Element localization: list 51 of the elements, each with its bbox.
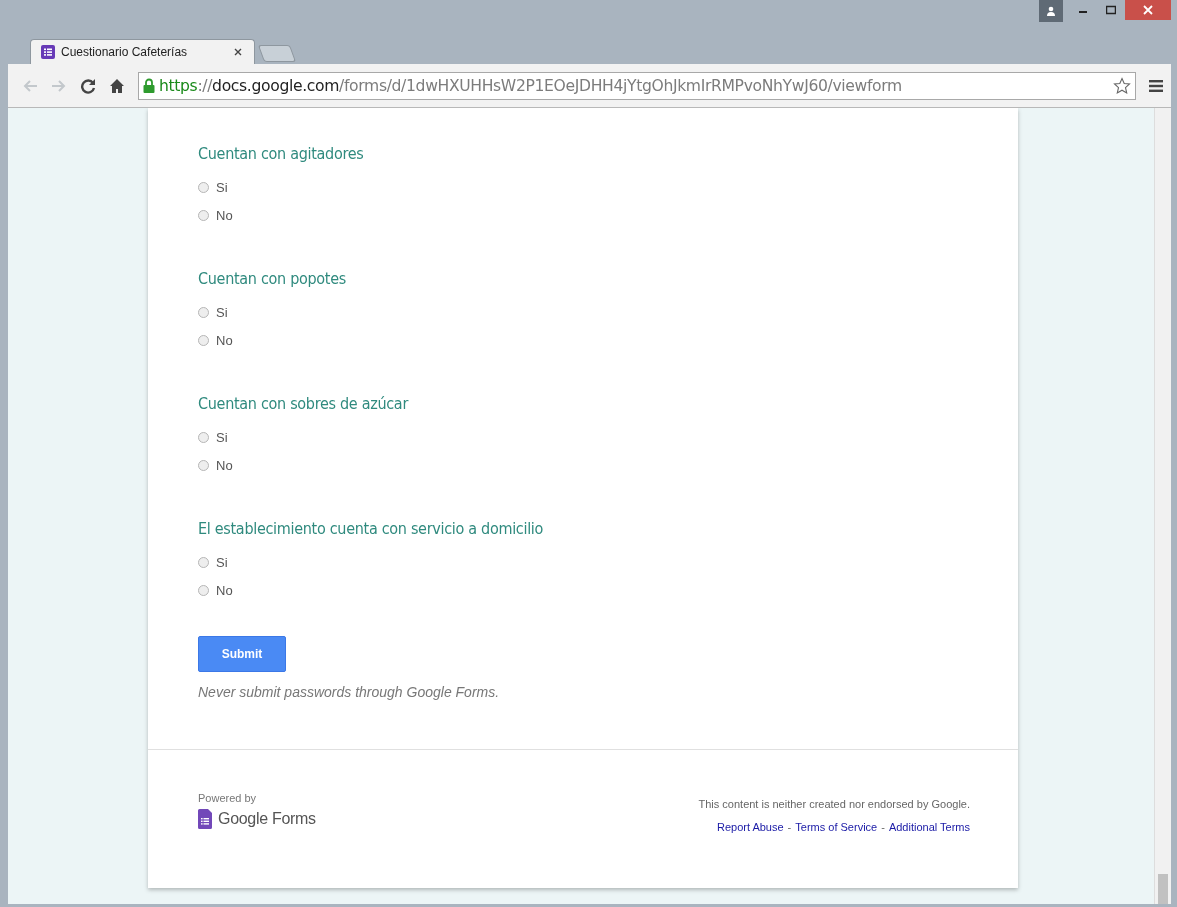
- url-text: https://docs.google.com/forms/d/1dwHXUHHsW2P1EOeJDHH4jYtgOhJkmIrRMPvoNhYwJ60/viewform: [159, 76, 903, 95]
- separator-text: -: [787, 821, 792, 833]
- separator-text: -: [881, 821, 885, 833]
- star-icon[interactable]: [1113, 76, 1131, 95]
- question-title: El establecimiento cuenta con servicio a domicilio: [198, 519, 545, 538]
- forms-logo-icon: [198, 809, 212, 829]
- reload-icon[interactable]: [80, 77, 96, 94]
- option-label[interactable]: Si: [216, 429, 228, 445]
- user-button[interactable]: [1039, 0, 1063, 22]
- option-label[interactable]: Si: [216, 179, 228, 195]
- radio-button[interactable]: [198, 431, 209, 443]
- disclaimer-text: This content is neither created nor endorsed by Google.: [698, 798, 970, 810]
- radio-button[interactable]: [198, 334, 209, 346]
- question-title: Cuentan con popotes: [198, 269, 347, 288]
- option-label[interactable]: No: [216, 332, 233, 348]
- address-bar[interactable]: https://docs.google.com/forms/d/1dwHXUHHsW2P1EOeJDHH4jYtgOhJkmIrRMPvoNhYwJ60/viewform: [138, 71, 1136, 100]
- maximize-icon: [1106, 5, 1116, 15]
- powered-by-text: Powered by: [198, 792, 258, 804]
- radio-button[interactable]: [198, 209, 209, 221]
- scrollbar-thumb[interactable]: [1158, 874, 1168, 904]
- option-label[interactable]: No: [216, 207, 233, 223]
- forward-icon[interactable]: [51, 78, 67, 93]
- radio-button[interactable]: [198, 556, 209, 568]
- footer-link[interactable]: Terms of Service: [795, 821, 878, 833]
- user-icon: [1046, 6, 1056, 16]
- close-button[interactable]: [1125, 0, 1171, 20]
- radio-button[interactable]: [198, 306, 209, 318]
- footer-link[interactable]: Report Abuse: [716, 821, 784, 833]
- footer-link[interactable]: Additional Terms: [888, 821, 970, 833]
- home-icon[interactable]: [109, 77, 125, 94]
- forms-icon: [41, 45, 55, 59]
- menu-icon[interactable]: [1149, 79, 1163, 92]
- question-title: Cuentan con sobres de azúcar: [198, 394, 410, 413]
- radio-button[interactable]: [198, 459, 209, 471]
- option-label[interactable]: No: [216, 582, 233, 598]
- new-tab-button[interactable]: [257, 45, 297, 62]
- question-title: Cuentan con agitadores: [198, 144, 365, 163]
- option-label[interactable]: Si: [216, 304, 228, 320]
- option-label[interactable]: Si: [216, 554, 228, 570]
- warning-text: Never submit passwords through Google Forms.: [198, 684, 501, 700]
- option-label[interactable]: No: [216, 457, 233, 473]
- close-icon: [1143, 5, 1153, 15]
- radio-button[interactable]: [198, 181, 209, 193]
- radio-button[interactable]: [198, 584, 209, 596]
- tab-title: Cuestionario Cafeterías: [61, 45, 189, 59]
- close-tab-icon[interactable]: [234, 48, 242, 56]
- scrollbar[interactable]: [1154, 108, 1171, 904]
- brand-name: Google Forms: [218, 810, 316, 828]
- browser-tab[interactable]: Cuestionario Cafeterías: [30, 39, 255, 64]
- lock-icon: [143, 78, 155, 93]
- back-icon[interactable]: [22, 78, 38, 93]
